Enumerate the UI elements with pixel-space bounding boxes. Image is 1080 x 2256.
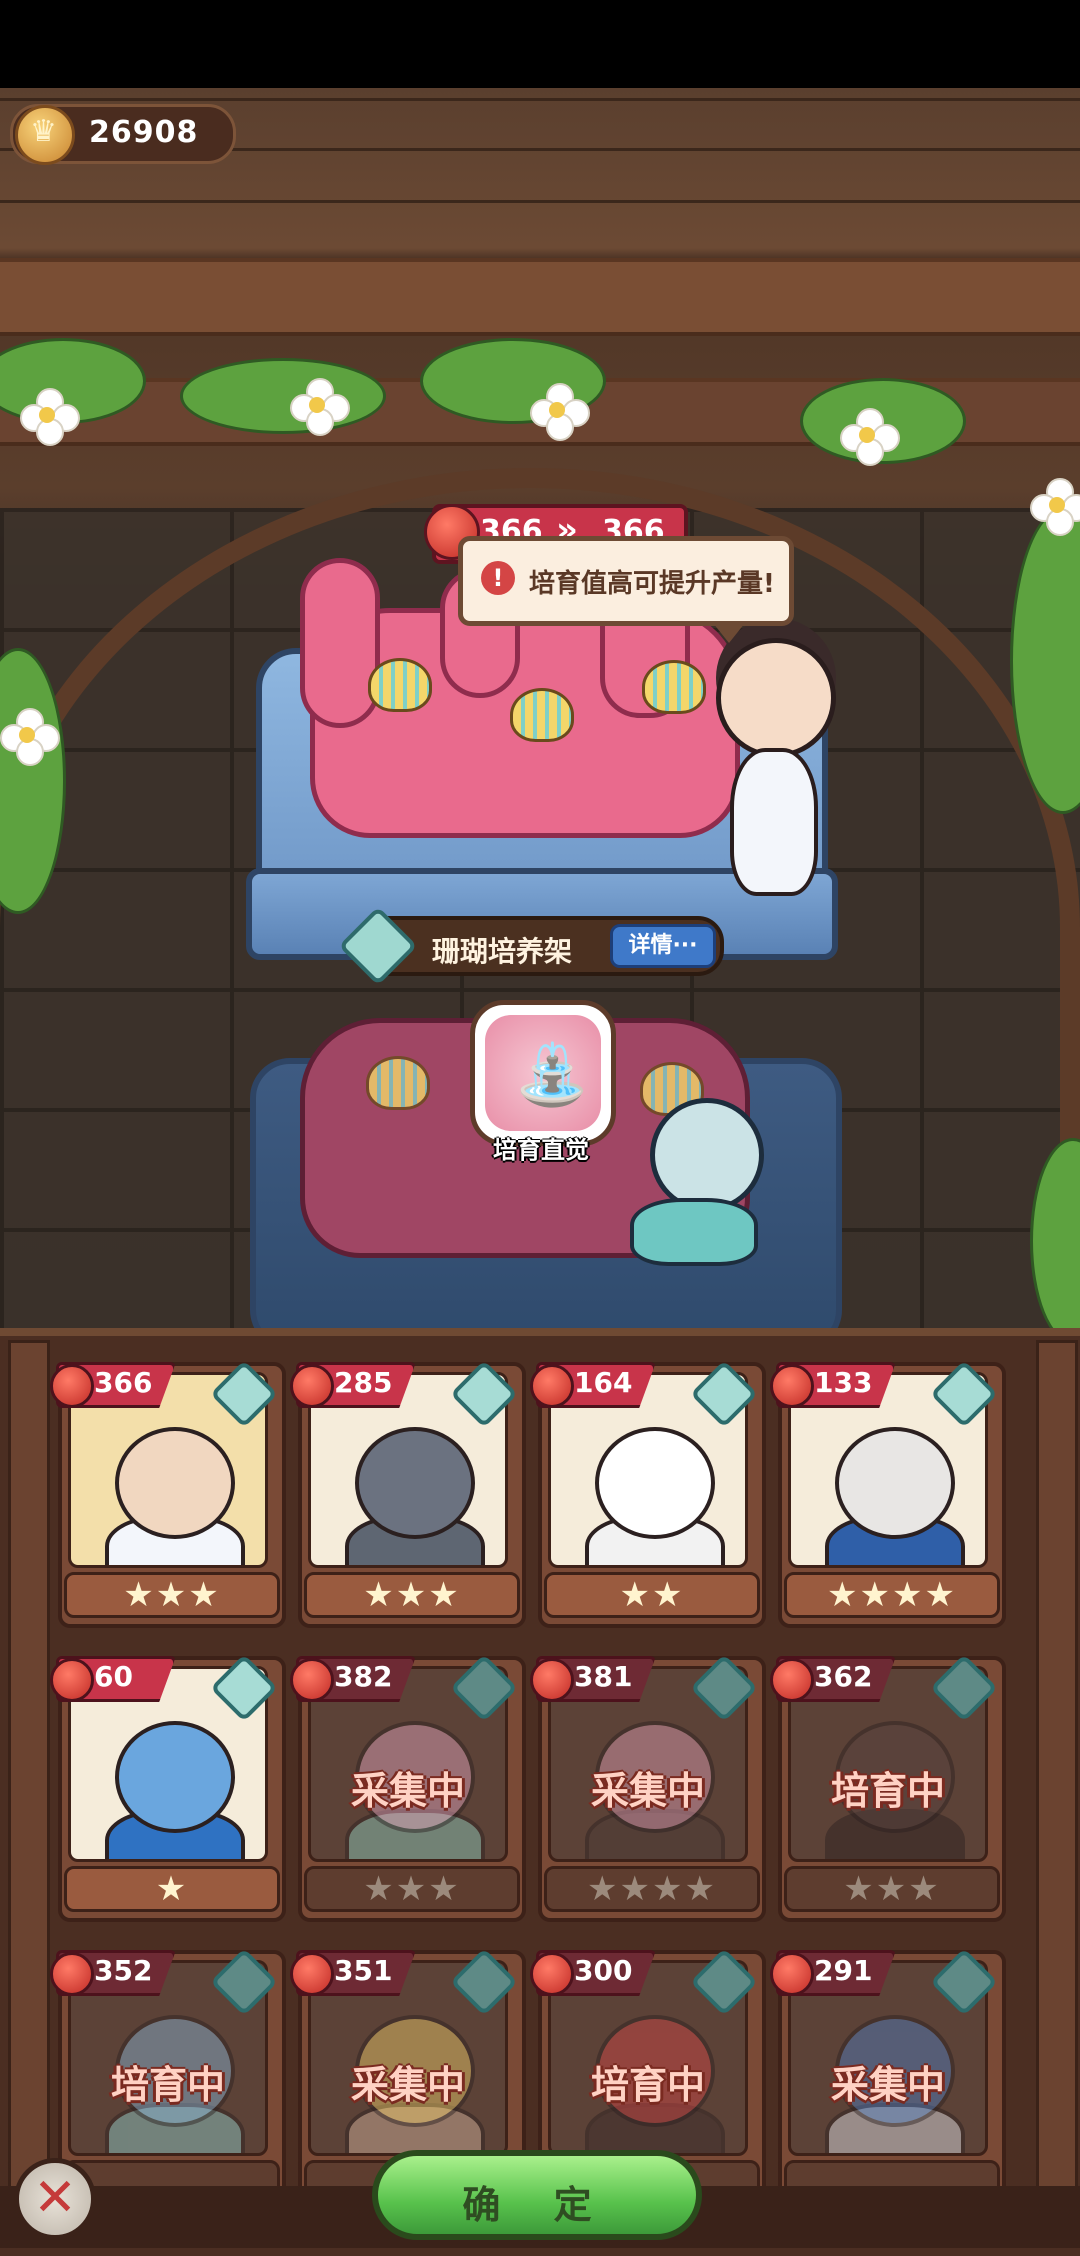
card-value: 352 — [94, 1954, 153, 1987]
character-card[interactable]: 291 采集中 — [770, 1948, 1006, 2216]
card-status: 采集中 — [830, 2063, 945, 2107]
card-value: 300 — [574, 1954, 633, 1987]
apple-icon — [290, 1952, 334, 1996]
skill-label: 培育直觉 — [493, 1136, 589, 1164]
card-value: 285 — [334, 1366, 393, 1399]
shell-icon — [366, 1056, 430, 1110]
character-card[interactable]: ★★★ 382 采集中 — [290, 1654, 526, 1922]
apple-icon — [530, 1364, 574, 1408]
apple-icon — [530, 1952, 574, 1996]
apple-icon — [530, 1658, 574, 1702]
apple-icon — [290, 1364, 334, 1408]
star-rating: ★★ — [544, 1572, 760, 1618]
character-card[interactable]: ★★★★ 381 采集中 — [530, 1654, 766, 1922]
star-rating: ★★★ — [304, 1572, 520, 1618]
card-value: 291 — [814, 1954, 873, 1987]
star-rating: ★★★★ — [544, 1866, 760, 1912]
warning-icon: ! — [481, 561, 515, 595]
apple-icon — [50, 1364, 94, 1408]
card-status: 采集中 — [350, 2063, 465, 2107]
star-rating: ★★★★ — [784, 1572, 1000, 1618]
tip-text: 培育值高可提升产量! — [529, 569, 775, 599]
white-flower-icon — [0, 708, 60, 766]
white-flower-icon — [20, 388, 80, 446]
card-value: 382 — [334, 1660, 393, 1693]
character-card[interactable]: ★★ 164 — [530, 1360, 766, 1628]
star-rating: ★★★ — [64, 1572, 280, 1618]
character-face — [115, 1721, 235, 1833]
coin-value: 26908 — [89, 115, 199, 150]
white-flower-icon — [530, 383, 590, 441]
apple-icon — [770, 1364, 814, 1408]
card-status: 采集中 — [350, 1769, 465, 1813]
white-flower-icon — [1030, 478, 1080, 536]
shell-icon — [368, 658, 432, 712]
star-rating: ★★★ — [784, 1866, 1000, 1912]
ceiling-plank — [0, 98, 1080, 101]
coin-counter: 26908 — [10, 104, 236, 165]
close-button[interactable]: ✕ — [14, 2158, 96, 2240]
character-card[interactable]: ★ 60 — [50, 1654, 286, 1922]
card-status: 培育中 — [110, 2063, 225, 2107]
detail-button[interactable]: 详情··· — [610, 924, 716, 968]
card-value: 381 — [574, 1660, 633, 1693]
character-face — [115, 1427, 235, 1539]
wooden-beam — [0, 258, 1080, 336]
tip-bubble: ! 培育值高可提升产量! — [458, 536, 794, 643]
character-card[interactable]: ★★★★ 133 — [770, 1360, 1006, 1628]
skill-badge[interactable]: ⛲ — [470, 1000, 616, 1146]
coral-branch — [300, 558, 380, 728]
mermaid-character-body — [630, 1198, 758, 1266]
crown-coin-icon — [15, 105, 75, 165]
white-flower-icon — [290, 378, 350, 436]
watering-can-icon: ⛲ — [515, 1040, 590, 1110]
card-status: 培育中 — [590, 2063, 705, 2107]
shelf-title-bar: 珊瑚培养架 详情··· — [338, 906, 724, 986]
panel-right-rail — [1036, 1340, 1078, 2226]
confirm-button[interactable]: 确 定 — [372, 2150, 702, 2240]
shelf-title: 珊瑚培养架 — [432, 935, 573, 968]
girl-character-body — [730, 748, 818, 896]
apple-icon — [770, 1952, 814, 1996]
apple-icon — [770, 1658, 814, 1702]
shell-icon — [642, 660, 706, 714]
apple-icon — [50, 1658, 94, 1702]
top-status-bar — [0, 0, 1080, 88]
card-status: 培育中 — [830, 1769, 945, 1813]
character-face — [355, 1427, 475, 1539]
apple-icon — [290, 1658, 334, 1702]
card-value: 133 — [814, 1366, 873, 1399]
character-card[interactable]: ★★★ 366 — [50, 1360, 286, 1628]
vine-leaves — [180, 358, 386, 434]
apple-icon — [50, 1952, 94, 1996]
character-card[interactable]: 352 培育中 — [50, 1948, 286, 2216]
confirm-label: 确 定 — [462, 2183, 612, 2227]
card-value: 362 — [814, 1660, 873, 1693]
character-card[interactable]: ★★★ 285 — [290, 1360, 526, 1628]
star-rating: ★ — [64, 1866, 280, 1912]
character-face — [595, 1427, 715, 1539]
card-value: 164 — [574, 1366, 633, 1399]
card-value: 351 — [334, 1954, 393, 1987]
card-value: 60 — [94, 1660, 133, 1693]
white-flower-icon — [840, 408, 900, 466]
shell-icon — [510, 688, 574, 742]
character-face — [835, 1427, 955, 1539]
star-rating: ★★★ — [304, 1866, 520, 1912]
character-card[interactable]: ★★★ 362 培育中 — [770, 1654, 1006, 1922]
skill-icon-bg: ⛲ — [485, 1015, 601, 1131]
panel-left-rail — [8, 1340, 50, 2226]
card-value: 366 — [94, 1366, 153, 1399]
mermaid-character[interactable] — [650, 1098, 764, 1212]
ceiling-plank — [0, 200, 1080, 203]
card-status: 采集中 — [590, 1769, 705, 1813]
girl-character[interactable] — [716, 638, 836, 758]
